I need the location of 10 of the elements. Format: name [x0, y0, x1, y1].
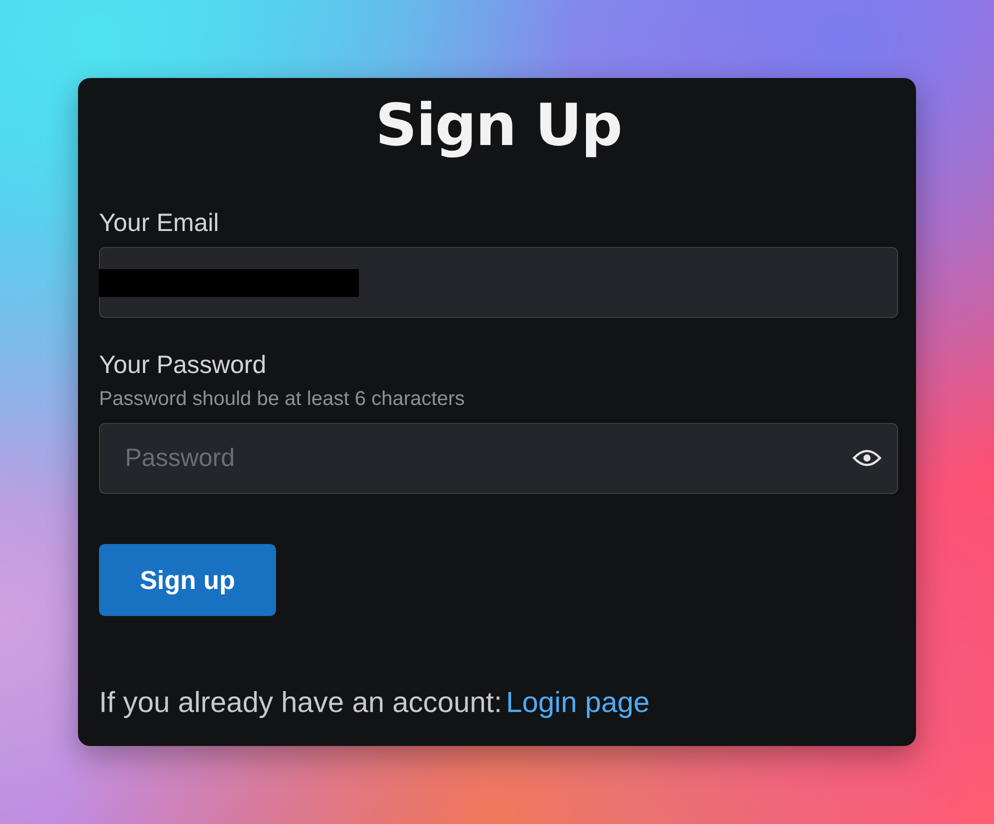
footer-text: If you already have an account:: [99, 687, 502, 719]
field-hint: Password should be at least 6 characters: [99, 387, 466, 411]
field-label: Your Password: [99, 350, 268, 380]
field-label: Your Email: [99, 208, 220, 238]
password-field[interactable]: Password: [99, 423, 898, 494]
email-field[interactable]: [99, 247, 898, 318]
signup-button[interactable]: Sign up: [99, 544, 276, 616]
eye-icon[interactable]: [852, 448, 882, 468]
page-title: Sign Up: [375, 90, 622, 161]
login-link[interactable]: Login page: [506, 687, 650, 719]
